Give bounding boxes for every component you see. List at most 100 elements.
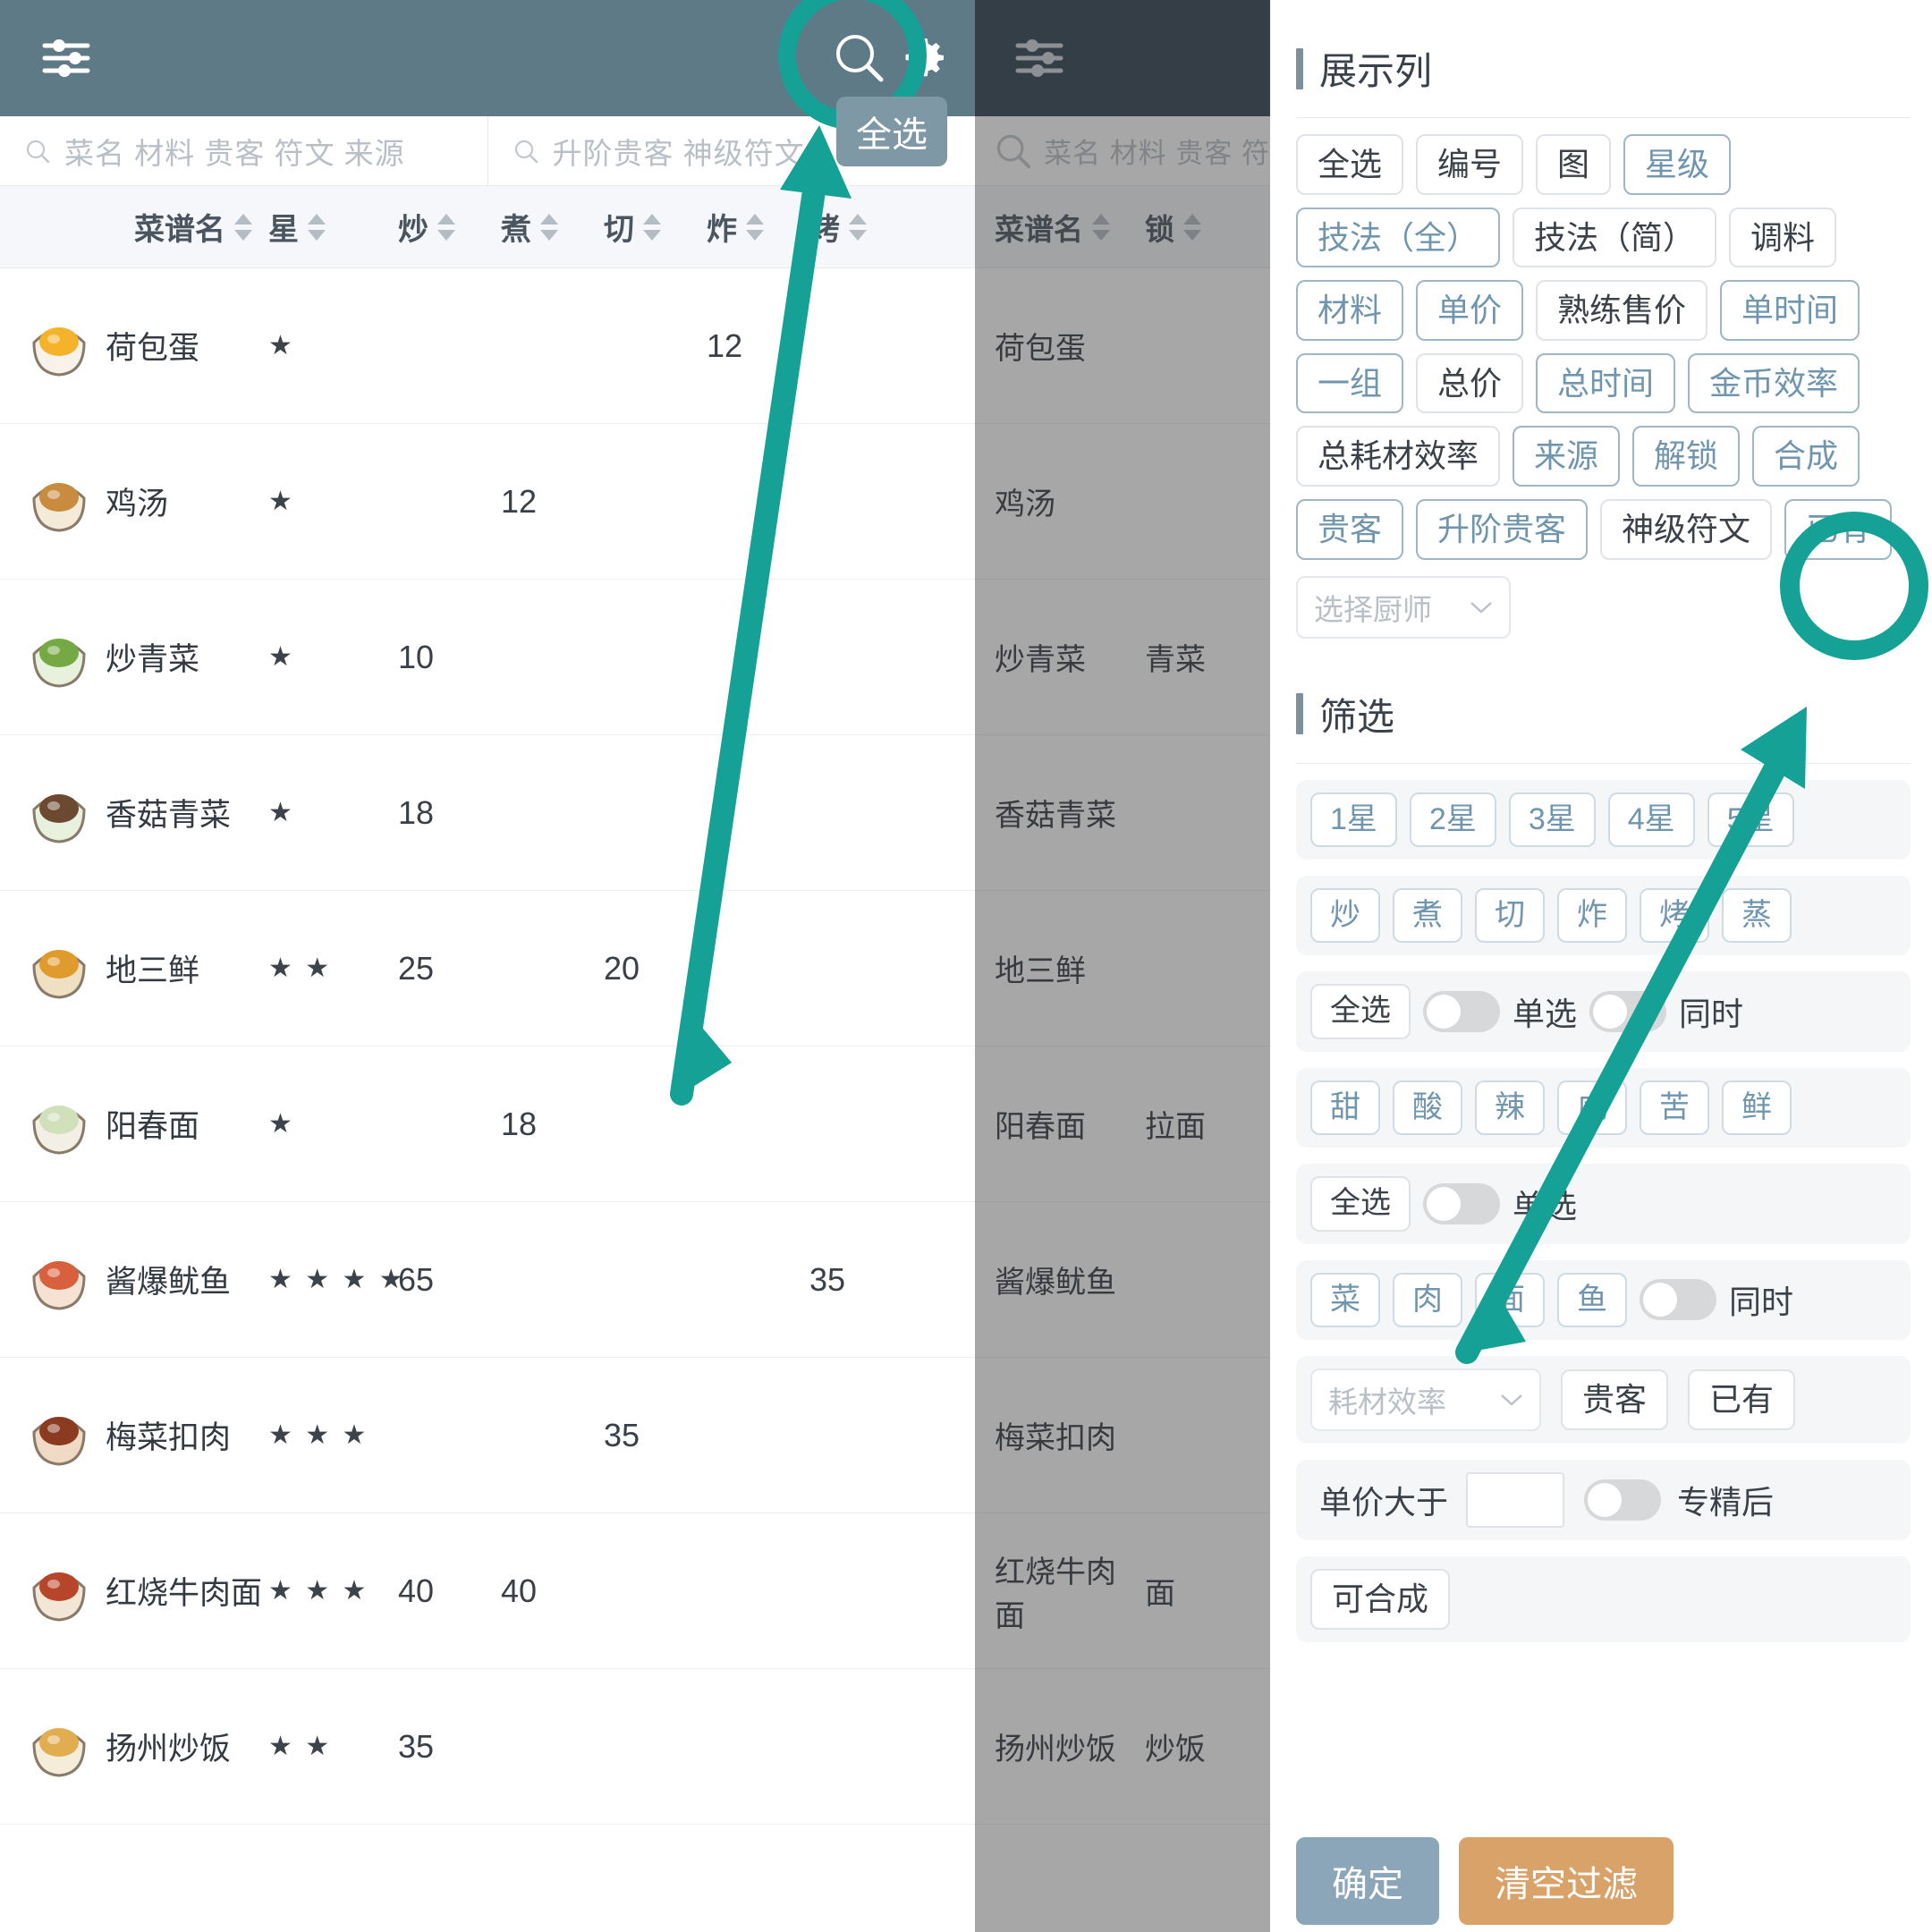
taste-filter-chip[interactable]: 辣: [1475, 1080, 1545, 1136]
display-column-chip[interactable]: 合成: [1752, 426, 1860, 487]
sort-icon[interactable]: [746, 212, 764, 242]
category-filter-chip[interactable]: 菜: [1310, 1272, 1380, 1327]
table-row[interactable]: 扬州炒饭 ★ ★ 35: [0, 1669, 975, 1825]
category-filter-chip[interactable]: 面: [1475, 1272, 1545, 1327]
column-header-chao[interactable]: 炒: [398, 205, 501, 249]
display-column-chip[interactable]: 单价: [1416, 280, 1524, 341]
table-row[interactable]: 鸡汤 ★ 12: [0, 424, 975, 580]
display-column-chip[interactable]: 贵客: [1296, 498, 1404, 560]
display-column-chip[interactable]: 编号: [1416, 134, 1524, 195]
method-filter-chip[interactable]: 炒: [1310, 887, 1380, 944]
category-toggle[interactable]: [1640, 1279, 1716, 1321]
display-column-chip[interactable]: 技法（简）: [1513, 207, 1717, 268]
efficiency-select[interactable]: 耗材效率: [1310, 1368, 1541, 1431]
filter-chip-guest[interactable]: 贵客: [1561, 1369, 1669, 1430]
taste-select-all-chip[interactable]: 全选: [1310, 1176, 1411, 1232]
table-row[interactable]: 红烧牛肉面 ★ ★ ★ 40 40: [0, 1513, 975, 1669]
table-row[interactable]: 荷包蛋 ★ 12: [0, 268, 975, 424]
sort-icon[interactable]: [234, 212, 252, 242]
expert-toggle[interactable]: [1584, 1479, 1662, 1521]
sort-icon[interactable]: [1183, 212, 1201, 242]
gear-icon[interactable]: [903, 35, 950, 81]
table-row[interactable]: 扬州炒饭 炒饭: [975, 1669, 1270, 1825]
column-header-kao[interactable]: 烤: [809, 205, 912, 249]
sort-icon[interactable]: [437, 212, 455, 242]
display-column-chip[interactable]: 图: [1536, 134, 1612, 195]
display-column-chip[interactable]: 单时间: [1720, 280, 1860, 341]
column-header-name[interactable]: 菜谱名: [0, 205, 268, 249]
display-column-chip[interactable]: 神级符文: [1600, 498, 1773, 560]
table-row[interactable]: 酱爆鱿鱼: [975, 1202, 1270, 1358]
panel2-search-input[interactable]: 菜名 材料 贵客 符: [975, 116, 1270, 186]
sort-icon[interactable]: [643, 212, 661, 242]
sort-icon[interactable]: [1092, 212, 1110, 242]
table-row[interactable]: 鸡汤: [975, 424, 1270, 580]
column-header-zha[interactable]: 炸: [707, 205, 809, 249]
taste-toggle[interactable]: [1423, 1182, 1500, 1224]
display-column-chip[interactable]: 来源: [1513, 426, 1621, 487]
method-toggle[interactable]: [1589, 991, 1667, 1033]
chef-select[interactable]: 选择厨师: [1296, 575, 1511, 639]
method-filter-chip[interactable]: 蒸: [1722, 887, 1792, 944]
column-header-star[interactable]: 星: [268, 205, 398, 249]
display-column-chip[interactable]: 总价: [1416, 352, 1524, 414]
sliders-icon[interactable]: [41, 35, 91, 81]
method-select-all-chip[interactable]: 全选: [1310, 984, 1411, 1039]
search-input-primary[interactable]: 菜名 材料 贵客 符文 来源: [0, 116, 487, 185]
filter-chip-owned[interactable]: 已有: [1688, 1369, 1796, 1430]
confirm-button[interactable]: 确定: [1296, 1837, 1439, 1925]
display-column-chip[interactable]: 调料: [1729, 207, 1837, 268]
table-row[interactable]: 地三鲜: [975, 891, 1270, 1046]
table-row[interactable]: 梅菜扣肉 ★ ★ ★ 35: [0, 1358, 975, 1513]
method-filter-chip[interactable]: 炸: [1557, 887, 1627, 944]
sort-icon[interactable]: [849, 212, 867, 242]
taste-filter-chip[interactable]: 苦: [1640, 1080, 1709, 1136]
filter-chip-composable[interactable]: 可合成: [1310, 1568, 1451, 1630]
method-filter-chip[interactable]: 烤: [1640, 887, 1709, 944]
table-row[interactable]: 阳春面 ★ 18: [0, 1046, 975, 1202]
table-row[interactable]: 香菇青菜 ★ 18: [0, 735, 975, 891]
category-filter-chip[interactable]: 肉: [1393, 1272, 1462, 1327]
table-row[interactable]: 炒青菜 ★ 10: [0, 580, 975, 735]
clear-filter-button[interactable]: 清空过滤: [1459, 1837, 1674, 1925]
table-row[interactable]: 阳春面 拉面: [975, 1046, 1270, 1202]
sort-icon[interactable]: [308, 212, 326, 242]
display-column-chip[interactable]: 解锁: [1632, 426, 1741, 487]
table-row[interactable]: 地三鲜 ★ ★ 25 20: [0, 891, 975, 1046]
column-header-zhu[interactable]: 煮: [501, 205, 604, 249]
taste-filter-chip[interactable]: 咸: [1557, 1080, 1627, 1136]
method-filter-chip[interactable]: 切: [1475, 887, 1545, 944]
display-column-chip[interactable]: 材料: [1296, 280, 1404, 341]
star-filter-chip[interactable]: 4星: [1607, 792, 1695, 847]
display-column-chip[interactable]: 已有: [1784, 498, 1893, 560]
column-header-lock[interactable]: 锁: [1145, 206, 1252, 249]
method-filter-chip[interactable]: 煮: [1393, 887, 1462, 944]
display-column-chip[interactable]: 熟练售价: [1536, 280, 1708, 341]
taste-filter-chip[interactable]: 甜: [1310, 1080, 1380, 1136]
column-header-qie[interactable]: 切: [604, 205, 707, 249]
display-column-chip[interactable]: 升阶贵客: [1416, 498, 1589, 560]
display-column-chip[interactable]: 技法（全）: [1296, 207, 1501, 268]
display-column-chip[interactable]: 总时间: [1536, 352, 1676, 414]
star-filter-chip[interactable]: 5星: [1707, 792, 1794, 847]
table-row[interactable]: 梅菜扣肉: [975, 1358, 1270, 1513]
table-row[interactable]: 荷包蛋: [975, 268, 1270, 424]
table-row[interactable]: 酱爆鱿鱼 ★ ★ ★ ★ 65 35: [0, 1202, 975, 1358]
display-column-chip[interactable]: 星级: [1623, 134, 1732, 195]
table-row[interactable]: 炒青菜 青菜: [975, 580, 1270, 735]
method-toggle[interactable]: [1423, 991, 1500, 1033]
star-filter-chip[interactable]: 2星: [1409, 792, 1496, 847]
display-column-chip[interactable]: 全选: [1296, 134, 1404, 195]
display-column-chip[interactable]: 总耗材效率: [1296, 426, 1501, 487]
display-column-chip[interactable]: 一组: [1296, 352, 1404, 414]
table-row[interactable]: 香菇青菜: [975, 735, 1270, 891]
taste-filter-chip[interactable]: 鲜: [1722, 1080, 1792, 1136]
category-filter-chip[interactable]: 鱼: [1557, 1272, 1627, 1327]
star-filter-chip[interactable]: 3星: [1508, 792, 1596, 847]
sort-icon[interactable]: [540, 212, 558, 242]
column-header-name[interactable]: 菜谱名: [995, 206, 1145, 249]
taste-filter-chip[interactable]: 酸: [1393, 1080, 1462, 1136]
star-filter-chip[interactable]: 1星: [1310, 792, 1397, 847]
search-icon[interactable]: [832, 30, 887, 86]
table-row[interactable]: 红烧牛肉面面: [975, 1513, 1270, 1669]
